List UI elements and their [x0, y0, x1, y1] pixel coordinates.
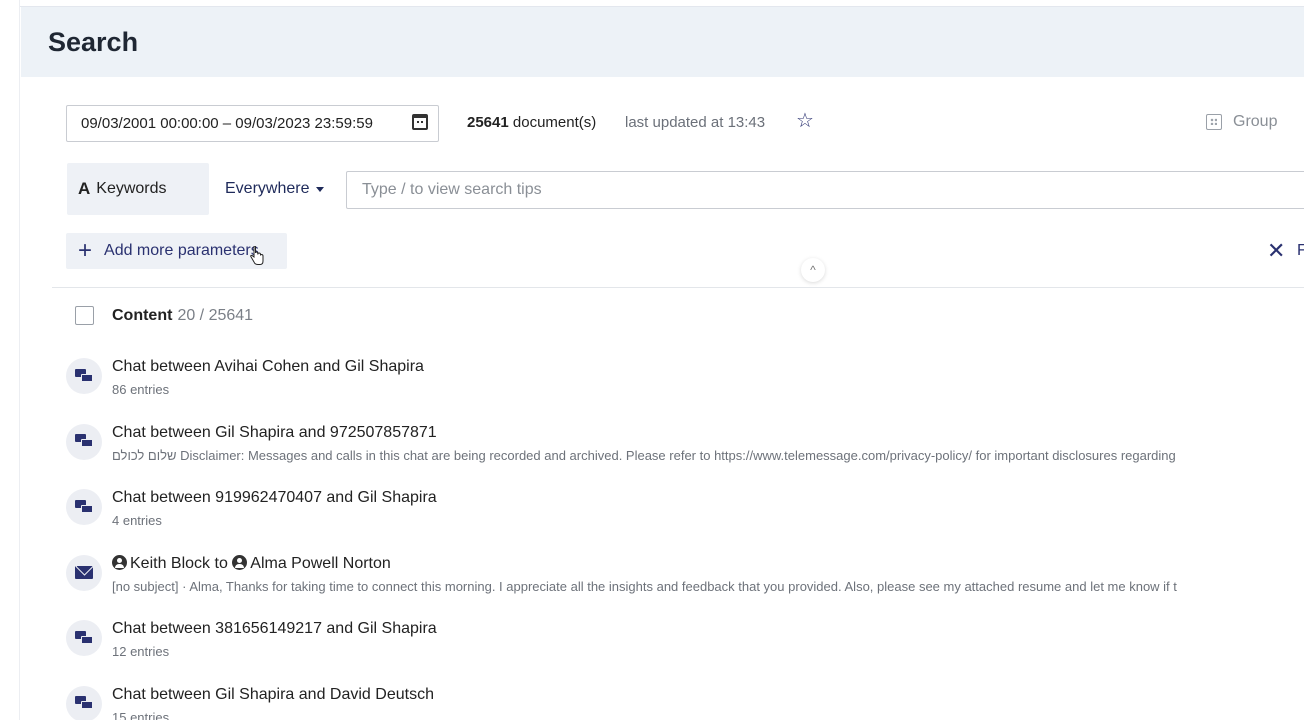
result-item[interactable]: Chat between 381656149217 and Gil Shapir…	[66, 617, 1304, 683]
left-gutter	[0, 0, 20, 720]
result-subtitle: 86 entries	[112, 382, 170, 397]
result-item[interactable]: Chat between Gil Shapira and 97250785787…	[66, 421, 1304, 487]
star-icon[interactable]: ☆	[796, 111, 814, 131]
page-title: Search	[48, 27, 139, 57]
plus-icon: +	[78, 237, 93, 264]
document-count-number: 25641	[467, 114, 509, 131]
result-subtitle: 12 entries	[112, 644, 170, 659]
select-all-checkbox[interactable]	[75, 306, 94, 325]
document-count-suffix: document(s)	[508, 114, 597, 131]
search-input[interactable]	[346, 171, 1304, 209]
result-subtitle: 15 entries	[112, 709, 170, 720]
email-to: Alma Powell Norton	[250, 554, 391, 572]
result-item[interactable]: Chat between Gil Shapira and David Deuts…	[66, 683, 1304, 720]
chat-icon	[66, 620, 102, 656]
chevron-up-icon: ^	[810, 263, 816, 277]
email-from: Keith Block	[130, 554, 211, 572]
search-mode-label: Keywords	[96, 180, 167, 197]
result-item[interactable]: Chat between Avihai Cohen and Gil Shapir…	[66, 355, 1304, 421]
result-title[interactable]: Chat between 919962470407 and Gil Shapir…	[112, 489, 437, 507]
last-updated-text: last updated at 13:43	[625, 114, 766, 131]
chat-icon	[66, 358, 102, 394]
result-title[interactable]: Chat between Gil Shapira and 97250785787…	[112, 424, 437, 442]
reset-label-partial[interactable]: F	[1297, 242, 1304, 260]
chat-icon	[66, 423, 102, 460]
result-title[interactable]: Chat between Avihai Cohen and Gil Shapir…	[112, 358, 424, 376]
result-title[interactable]: Keith Block to Alma Powell Norton	[112, 554, 391, 573]
collapse-panel-button[interactable]: ^	[801, 258, 825, 282]
result-subtitle: 4 entries	[112, 513, 162, 528]
group-grid-icon	[1206, 114, 1222, 130]
content-count: 20 / 25641	[177, 306, 254, 324]
page-header: Search	[21, 7, 1304, 77]
group-label: Group	[1233, 113, 1278, 130]
top-bar	[20, 0, 1304, 7]
calendar-icon[interactable]	[412, 114, 428, 130]
search-scope-dropdown[interactable]: Everywhere	[225, 180, 325, 198]
results-list: Chat between Avihai Cohen and Gil Shapir…	[66, 355, 1304, 720]
chat-icon	[66, 685, 102, 720]
result-subtitle: [no subject] · Alma, Thanks for taking t…	[112, 578, 1177, 594]
close-icon[interactable]: ✕	[1267, 238, 1285, 264]
content-label: Content	[112, 306, 173, 324]
person-icon	[112, 554, 127, 570]
caret-down-icon	[316, 186, 325, 192]
keywords-icon: A	[78, 179, 91, 198]
search-mode-selector[interactable]: A Keywords	[67, 163, 209, 215]
email-to-word: to	[210, 554, 233, 572]
result-item[interactable]: Keith Block to Alma Powell Norton [no su…	[66, 552, 1304, 618]
add-parameters-label: Add more parameters	[104, 242, 259, 259]
section-divider	[52, 287, 1304, 288]
result-item[interactable]: Chat between 919962470407 and Gil Shapir…	[66, 486, 1304, 552]
email-icon	[66, 554, 102, 591]
search-scope-label: Everywhere	[225, 180, 310, 197]
group-button[interactable]: Group	[1206, 113, 1277, 131]
result-subtitle: שלום לכולם Disclaimer: Messages and call…	[112, 447, 1176, 463]
document-count: 25641 document(s)	[467, 114, 596, 131]
date-range-value: 09/03/2001 00:00:00 – 09/03/2023 23:59:5…	[81, 115, 373, 132]
result-title[interactable]: Chat between 381656149217 and Gil Shapir…	[112, 620, 437, 638]
hand-cursor-icon	[250, 246, 264, 265]
content-header: Content 20 / 25641	[75, 306, 253, 325]
chat-icon	[66, 489, 102, 525]
person-icon	[232, 554, 248, 570]
result-title[interactable]: Chat between Gil Shapira and David Deuts…	[112, 686, 434, 704]
date-range-picker[interactable]: 09/03/2001 00:00:00 – 09/03/2023 23:59:5…	[66, 105, 439, 142]
